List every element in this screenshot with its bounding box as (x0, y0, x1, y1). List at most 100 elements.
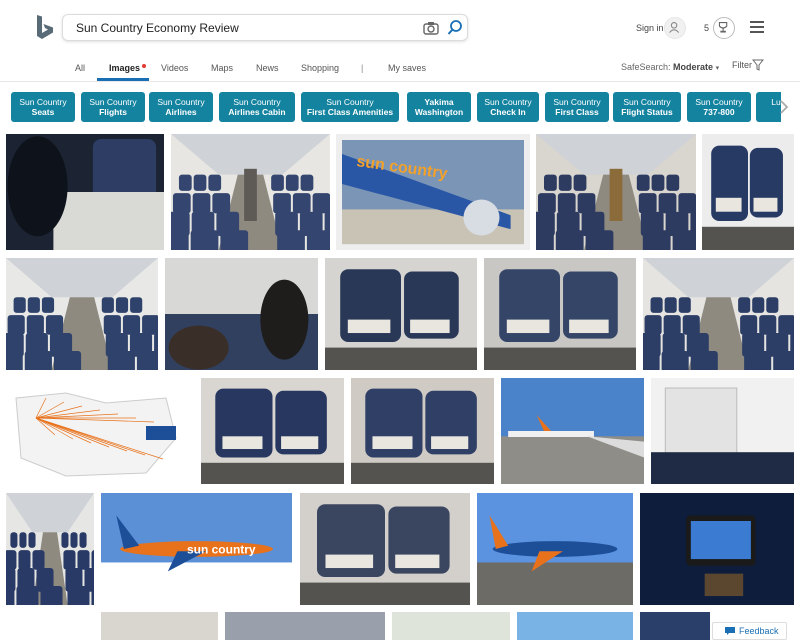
search-icon[interactable] (447, 19, 463, 37)
sign-in-link[interactable]: Sign in (636, 23, 664, 33)
chip-line-1: Sun Country (623, 97, 671, 107)
tab-all[interactable]: All (75, 63, 85, 73)
image-result-tile[interactable] (702, 134, 794, 250)
image-result-tile[interactable] (6, 493, 94, 605)
chip-line-1: Sun Country (553, 97, 601, 107)
image-thumbnail (484, 258, 636, 370)
image-result-tile[interactable] (351, 378, 494, 484)
image-result-tile[interactable] (536, 134, 696, 250)
active-tab-underline (97, 78, 149, 81)
related-search-chip[interactable]: Sun Country Check In (477, 92, 539, 122)
tab-shopping[interactable]: Shopping (301, 63, 339, 73)
image-result-tile[interactable] (325, 258, 477, 370)
chip-line-1: Yakima (424, 97, 454, 107)
related-search-chip[interactable]: Sun Country Seats (11, 92, 75, 122)
image-result-tile[interactable] (651, 378, 794, 484)
related-search-chip[interactable]: Sun Country Flight Status (613, 92, 681, 122)
safesearch-value[interactable]: Moderate (673, 62, 713, 72)
image-thumbnail: sun country (336, 134, 530, 250)
trophy-icon[interactable] (713, 17, 735, 39)
image-thumbnail (6, 134, 164, 250)
plane-livery-text: sun country (187, 542, 256, 556)
tab-my-saves[interactable]: My saves (388, 63, 426, 73)
chip-line-2: Airlines Cabin (228, 107, 286, 117)
image-thumbnail (517, 612, 633, 640)
image-thumbnail (101, 612, 218, 640)
image-result-tile[interactable] (171, 134, 330, 250)
chip-line-2: First Class (555, 107, 599, 117)
safesearch-control[interactable]: SafeSearch: Moderate ▾ (621, 62, 719, 72)
chip-line-1: Sun Country (157, 97, 205, 107)
image-result-tile[interactable] (165, 258, 318, 370)
notification-dot (142, 64, 146, 68)
image-result-tile[interactable] (6, 612, 94, 640)
chip-line-1: Sun Country (695, 97, 743, 107)
image-result-tile[interactable]: sun country (101, 493, 292, 605)
image-result-tile[interactable] (484, 258, 636, 370)
chip-line-2: 737-800 (703, 107, 735, 117)
chip-line-1: Sun Country (19, 97, 67, 107)
chevron-right-icon[interactable] (778, 99, 790, 115)
related-search-chip[interactable]: Sun Country Airlines (149, 92, 213, 122)
image-result-tile[interactable] (643, 258, 794, 370)
image-result-tile[interactable] (501, 378, 644, 484)
chip-line-2: First Class Amenities (306, 107, 394, 117)
image-thumbnail (225, 612, 385, 640)
image-thumbnail (6, 493, 94, 605)
related-search-chip[interactable]: Sun Country First Class Amenities (301, 92, 399, 122)
safesearch-label: SafeSearch: (621, 62, 671, 72)
feedback-label: Feedback (739, 626, 779, 636)
image-result-tile[interactable] (517, 612, 633, 640)
image-result-tile[interactable] (640, 493, 794, 605)
image-result-tile[interactable] (6, 258, 158, 370)
related-search-chip[interactable]: Sun Country First Class (545, 92, 609, 122)
related-search-chip[interactable]: Yakima Washington (407, 92, 471, 122)
filter-button[interactable]: Filter (732, 60, 752, 70)
image-thumbnail (392, 612, 510, 640)
camera-icon[interactable] (423, 21, 439, 35)
image-result-tile[interactable] (6, 378, 194, 484)
chip-line-2: Washington (414, 107, 464, 117)
related-search-chip[interactable]: Sun Country Airlines Cabin (219, 92, 295, 122)
image-result-tile[interactable] (201, 378, 344, 484)
image-result-tile[interactable] (640, 612, 710, 640)
image-thumbnail (501, 378, 644, 484)
hamburger-menu-icon[interactable] (750, 21, 764, 33)
tab-images[interactable]: Images (109, 63, 140, 73)
chip-line-2: Flights (99, 107, 127, 117)
image-thumbnail (651, 378, 794, 484)
feedback-chat-icon (725, 627, 735, 635)
image-result-tile[interactable] (392, 612, 510, 640)
feedback-button[interactable]: Feedback (712, 622, 787, 640)
tab-maps[interactable]: Maps (211, 63, 233, 73)
image-thumbnail (702, 134, 794, 250)
related-search-chip[interactable]: Sun Country Flights (81, 92, 145, 122)
bing-logo-icon[interactable] (34, 14, 56, 40)
image-thumbnail (300, 493, 470, 605)
image-result-tile[interactable]: sun country (336, 134, 530, 250)
image-result-tile[interactable] (225, 612, 385, 640)
image-thumbnail (325, 258, 477, 370)
chip-line-1: Sun Country (89, 97, 137, 107)
rewards-count[interactable]: 5 (704, 23, 709, 33)
image-thumbnail (201, 378, 344, 484)
chip-line-1: Sun Country (484, 97, 532, 107)
image-thumbnail (171, 134, 330, 250)
image-result-tile[interactable] (6, 134, 164, 250)
search-input[interactable]: Sun Country Economy Review (76, 21, 239, 35)
chip-line-2: Flight Status (621, 107, 673, 117)
search-box[interactable]: Sun Country Economy Review (62, 14, 468, 41)
filter-funnel-icon[interactable] (752, 59, 764, 71)
image-thumbnail (165, 258, 318, 370)
image-result-tile[interactable] (477, 493, 633, 605)
related-searches-bar: Sun Country Seats Sun Country Flights Sun Co… (11, 92, 781, 122)
tab-videos[interactable]: Videos (161, 63, 188, 73)
image-thumbnail (536, 134, 696, 250)
tab-news[interactable]: News (256, 63, 279, 73)
image-thumbnail (6, 612, 94, 640)
image-result-tile[interactable] (300, 493, 470, 605)
chevron-down-icon: ▾ (715, 65, 720, 72)
image-result-tile[interactable] (101, 612, 218, 640)
related-search-chip[interactable]: Sun Country 737-800 (687, 92, 751, 122)
user-avatar-icon[interactable] (664, 17, 686, 39)
